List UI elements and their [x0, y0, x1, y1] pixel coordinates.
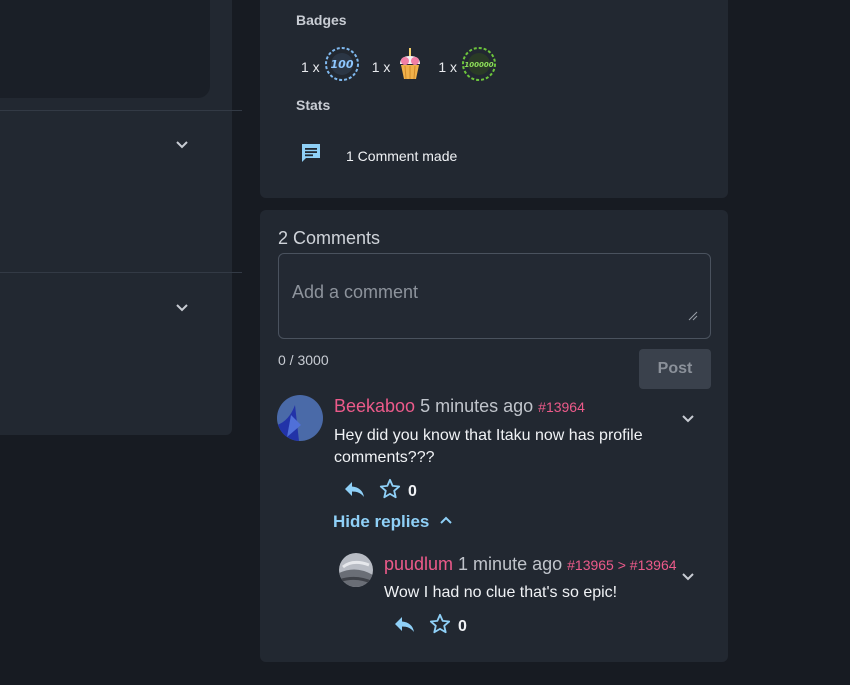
left-divider-1: [0, 110, 242, 111]
comments-title: 2 Comments: [278, 228, 381, 248]
comment-options-chevron-down-icon[interactable]: [681, 412, 695, 426]
reply-username[interactable]: puudlum: [384, 554, 453, 575]
reply-actions: 0: [393, 613, 467, 640]
badge-100-laurel-icon: 100: [324, 46, 360, 87]
resize-handle-icon[interactable]: [686, 308, 698, 326]
comment-username[interactable]: Beekaboo: [334, 396, 415, 417]
hide-replies-label: Hide replies: [333, 512, 430, 531]
comment-header: Beekaboo 5 minutes ago #13964: [334, 396, 585, 417]
character-count: 0 / 3000: [278, 352, 329, 368]
avatar-puudlum[interactable]: [339, 553, 373, 587]
expand-section-2-chevron-down-icon[interactable]: [175, 301, 189, 315]
badge-count: 1 x: [438, 58, 458, 75]
badge-count: 1 x: [301, 58, 320, 75]
chevron-up-icon: [439, 512, 453, 532]
badge-count: 1 x: [371, 58, 391, 75]
badge-item-cupcake[interactable]: 1 x: [372, 46, 427, 87]
comment-actions: 0: [343, 478, 417, 505]
reply-id-link[interactable]: #13965 > #13964: [567, 557, 676, 573]
reply-icon[interactable]: [343, 479, 365, 504]
stat-comments-made: 1 Comment made: [300, 142, 457, 169]
comment-timestamp: 5 minutes ago: [420, 396, 534, 416]
reply-icon[interactable]: [393, 614, 415, 639]
badge-item-100[interactable]: 1 x 100: [301, 46, 360, 87]
star-icon[interactable]: [379, 478, 401, 505]
reply-header: puudlum 1 minute ago #13965 > #13964: [384, 554, 677, 575]
comment-input[interactable]: Add a comment: [278, 253, 711, 339]
expand-section-1-chevron-down-icon[interactable]: [175, 138, 189, 152]
like-count: 0: [458, 617, 467, 635]
hide-replies-toggle[interactable]: Hide replies: [333, 512, 453, 532]
comment-icon: [300, 142, 322, 169]
post-button[interactable]: Post: [639, 349, 711, 389]
left-divider-2: [0, 272, 242, 273]
badge-100000-laurel-icon: 100000: [461, 46, 497, 87]
badge-item-100000[interactable]: 1 x 100000: [438, 46, 497, 87]
left-panel: [0, 0, 232, 435]
left-inner-panel: [0, 0, 210, 98]
badge-cupcake-icon: [394, 46, 426, 87]
stats-heading: Stats: [296, 97, 331, 113]
comment-input-placeholder: Add a comment: [292, 282, 419, 302]
badges-row: 1 x 100 1 x 1 x 100000: [301, 46, 509, 87]
comment-body: Hey did you know that Itaku now has prof…: [334, 427, 643, 466]
comment-id-link[interactable]: #13964: [538, 399, 585, 415]
badges-heading: Badges: [296, 12, 347, 28]
svg-text:100: 100: [330, 58, 353, 71]
svg-text:100000: 100000: [464, 61, 493, 69]
avatar-beekaboo[interactable]: [277, 395, 323, 441]
reply-body: Wow I had no clue that's so epic!: [384, 584, 618, 601]
star-icon[interactable]: [429, 613, 451, 640]
like-count: 0: [408, 482, 417, 500]
stat-text: 1 Comment made: [346, 147, 458, 164]
reply-timestamp: 1 minute ago: [458, 554, 563, 574]
